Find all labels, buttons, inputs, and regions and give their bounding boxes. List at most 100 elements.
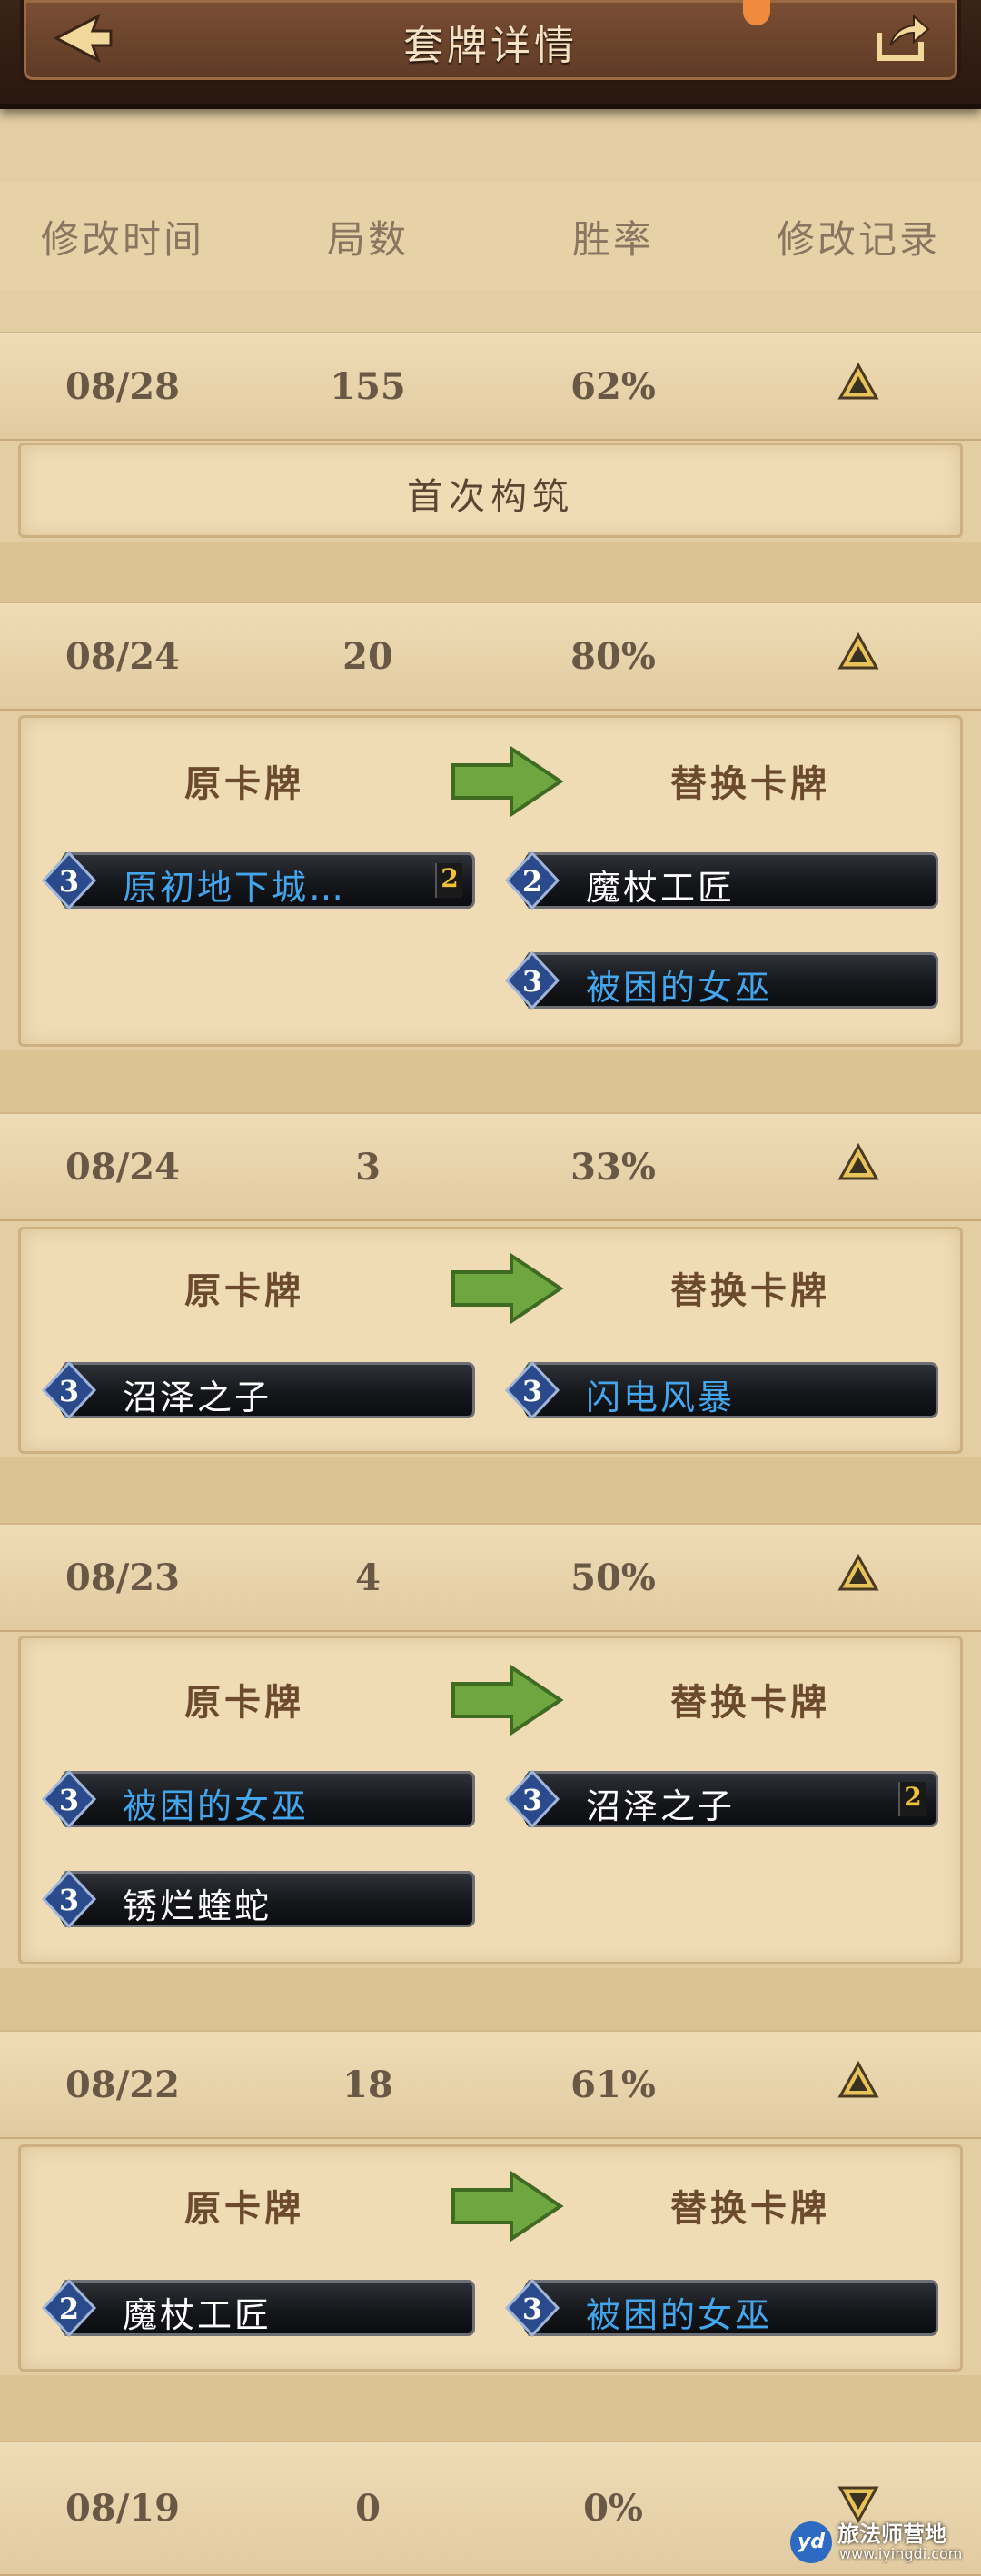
- mana-gem-icon: 3: [504, 950, 560, 1010]
- svg-text:3: 3: [59, 1783, 79, 1817]
- mana-gem-icon: 2: [504, 850, 560, 910]
- change-panel: 原卡牌 替换卡牌 2 魔杖工匠 3 被困的女巫: [18, 2144, 963, 2372]
- replacement-cards-title: 替换卡牌: [670, 763, 830, 805]
- original-cards-title: 原卡牌: [184, 1682, 304, 1724]
- replace-arrow-icon: [451, 1664, 564, 1736]
- record-date: 08/22: [65, 2063, 180, 2106]
- card-bar[interactable]: 3 被困的女巫: [502, 2274, 938, 2342]
- expand-toggle-up-icon[interactable]: [837, 632, 879, 671]
- record-date: 08/24: [65, 634, 180, 678]
- record-date: 08/19: [65, 2487, 180, 2530]
- mana-gem-icon: 3: [504, 1769, 560, 1829]
- mana-gem-icon: 3: [41, 1360, 97, 1420]
- record-winrate: 33%: [570, 1145, 656, 1189]
- card-name: 沼泽之子: [123, 1378, 272, 1417]
- share-icon[interactable]: [868, 11, 932, 65]
- svg-text:3: 3: [522, 1374, 542, 1408]
- record-row[interactable]: 08/24 3 33%: [0, 1112, 981, 1221]
- svg-text:3: 3: [522, 964, 542, 999]
- mana-gem-icon: 2: [41, 2278, 97, 2338]
- card-name: 魔杖工匠: [586, 868, 736, 908]
- top-bar: 套牌详情: [0, 0, 981, 109]
- column-header-history: 修改记录: [776, 216, 940, 262]
- card-bar[interactable]: 3 锈烂蝰蛇: [39, 1865, 475, 1933]
- column-header-row: 修改时间 局数 胜率 修改记录: [0, 182, 981, 291]
- original-cards-title: 原卡牌: [184, 763, 304, 805]
- expand-toggle-up-icon[interactable]: [837, 1554, 879, 1592]
- watermark-name: 旅法师营地: [837, 2521, 946, 2547]
- svg-text:3: 3: [59, 1374, 79, 1408]
- record-winrate: 0%: [583, 2487, 643, 2530]
- mana-gem-icon: 3: [41, 1869, 97, 1929]
- record-date: 08/23: [65, 1556, 180, 1599]
- card-bar[interactable]: 3 被困的女巫: [39, 1765, 475, 1833]
- watermark-logo: yd: [790, 2521, 832, 2563]
- card-bar[interactable]: 3 闪电风暴: [502, 1357, 938, 1424]
- original-cards-title: 原卡牌: [184, 1270, 304, 1312]
- watermark: yd 旅法师营地 www.iyingdi.com: [790, 2514, 963, 2569]
- svg-text:3: 3: [59, 1883, 79, 1917]
- record-games: 0: [355, 2487, 381, 2530]
- card-bar[interactable]: 2 魔杖工匠: [39, 2274, 475, 2342]
- column-header-winrate: 胜率: [571, 216, 654, 262]
- watermark-url: www.iyingdi.com: [839, 2545, 963, 2562]
- svg-text:3: 3: [522, 1783, 542, 1817]
- card-name: 沼泽之子: [586, 1786, 736, 1826]
- card-bar[interactable]: 3 原初地下城… 2: [39, 847, 475, 914]
- original-cards-title: 原卡牌: [184, 2188, 304, 2230]
- first-build-panel: 首次构筑: [18, 443, 963, 538]
- change-panel: 原卡牌 替换卡牌 3 被困的女巫 3 锈烂蝰蛇 3 沼泽之子 2: [18, 1636, 963, 1964]
- card-bar[interactable]: 3 沼泽之子 2: [502, 1765, 938, 1833]
- card-name: 闪电风暴: [586, 1378, 736, 1417]
- mana-gem-icon: 3: [504, 2278, 560, 2338]
- replacement-cards-title: 替换卡牌: [670, 2188, 830, 2230]
- record-row[interactable]: 08/28 155 62%: [0, 332, 981, 441]
- record-winrate: 61%: [570, 2063, 656, 2106]
- first-build-label: 首次构筑: [407, 476, 574, 518]
- record-date: 08/24: [65, 1145, 180, 1189]
- record-row[interactable]: 08/22 18 61%: [0, 2030, 981, 2139]
- replace-arrow-icon: [451, 2170, 564, 2243]
- change-panel: 原卡牌 替换卡牌 3 沼泽之子 3 闪电风暴: [18, 1227, 963, 1454]
- section-divider: [0, 1050, 981, 1112]
- card-bar[interactable]: 2 魔杖工匠: [502, 847, 938, 914]
- record-games: 155: [330, 364, 406, 408]
- expand-toggle-up-icon[interactable]: [837, 2061, 879, 2099]
- card-name: 被困的女巫: [586, 968, 773, 1008]
- record-row[interactable]: 08/24 20 80%: [0, 602, 981, 711]
- expand-toggle-up-icon[interactable]: [837, 363, 879, 401]
- card-count: 2: [435, 863, 462, 898]
- replace-arrow-icon: [451, 1252, 564, 1325]
- section-divider: [0, 1968, 981, 2030]
- card-bar[interactable]: 3 被困的女巫: [502, 947, 938, 1014]
- svg-text:3: 3: [522, 2292, 542, 2326]
- page-title: 套牌详情: [403, 23, 578, 69]
- card-name: 被困的女巫: [586, 2295, 773, 2335]
- card-name: 原初地下城…: [123, 868, 347, 908]
- record-row[interactable]: 08/23 4 50%: [0, 1523, 981, 1632]
- mana-gem-icon: 3: [504, 1360, 560, 1420]
- replacement-cards-title: 替换卡牌: [670, 1682, 830, 1724]
- replace-arrow-icon: [451, 745, 564, 818]
- card-name: 锈烂蝰蛇: [123, 1886, 272, 1926]
- expand-toggle-up-icon[interactable]: [837, 1143, 879, 1181]
- top-bar-frame: 套牌详情: [20, 0, 961, 84]
- mana-gem-icon: 3: [41, 850, 97, 910]
- record-games: 3: [355, 1145, 381, 1189]
- svg-text:2: 2: [59, 2292, 79, 2326]
- svg-text:2: 2: [522, 864, 542, 899]
- card-bar[interactable]: 3 沼泽之子: [39, 1357, 475, 1424]
- svg-text:3: 3: [59, 864, 79, 899]
- section-divider: [0, 542, 981, 602]
- card-name: 被困的女巫: [123, 1786, 310, 1826]
- card-name: 魔杖工匠: [123, 2295, 272, 2335]
- record-date: 08/28: [65, 364, 180, 408]
- record-winrate: 50%: [570, 1556, 656, 1599]
- column-header-games: 局数: [326, 216, 409, 262]
- mana-gem-icon: 3: [41, 1769, 97, 1829]
- column-header-time: 修改时间: [40, 216, 204, 262]
- record-winrate: 80%: [570, 634, 656, 678]
- record-winrate: 62%: [570, 364, 656, 408]
- record-games: 20: [342, 634, 393, 678]
- section-divider: [0, 2375, 981, 2441]
